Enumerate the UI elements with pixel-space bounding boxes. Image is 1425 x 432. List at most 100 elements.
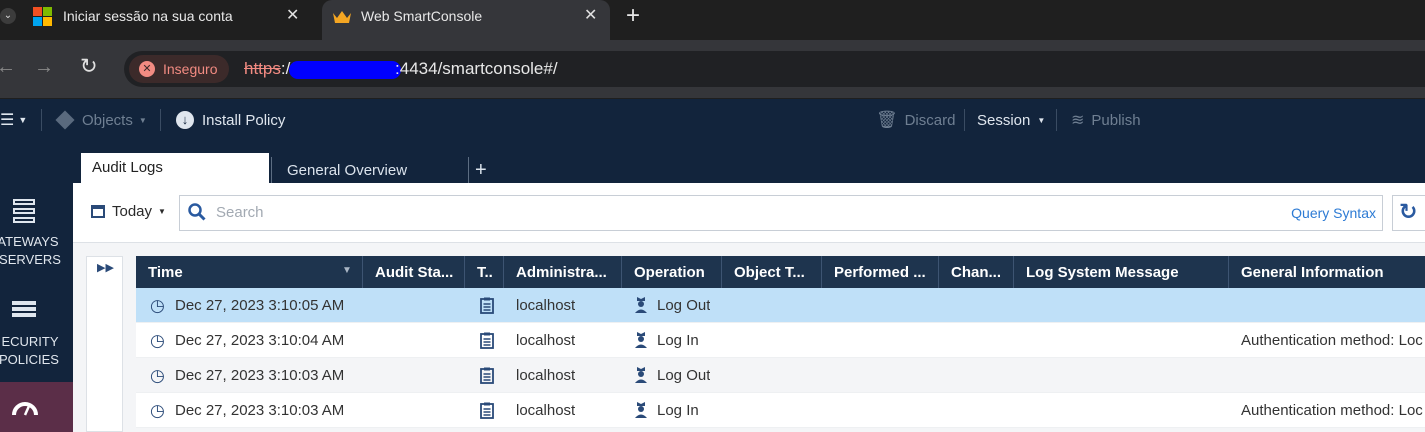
operation-cell: Log In: [657, 402, 699, 419]
browser-toolbar: ← → ↻ ✕ Inseguro https://:4434/smartcons…: [0, 40, 1425, 98]
clipboard-icon: [480, 358, 494, 393]
browser-tab-smartconsole[interactable]: Web SmartConsole ✕: [322, 0, 610, 40]
column-header-general-information[interactable]: General Information: [1229, 256, 1425, 288]
time-cell: Dec 27, 2023 3:10:04 AM: [175, 332, 345, 349]
time-cell: Dec 27, 2023 3:10:03 AM: [175, 402, 345, 419]
browser-tab-strip: ⌄ Iniciar sessão na sua conta ✕ Web Smar…: [0, 0, 1425, 40]
admin-cell: localhost: [516, 367, 576, 384]
tab-general-overview[interactable]: General Overview: [271, 157, 469, 183]
address-bar[interactable]: ✕ Inseguro https://:4434/smartconsole#/: [124, 51, 1425, 87]
general-info-cell: Authentication method: Loc: [1241, 402, 1423, 419]
discard-button[interactable]: 🗑 Discard: [876, 99, 955, 141]
operation-cell: Log Out: [657, 297, 711, 314]
gauge-icon: [12, 400, 38, 421]
calendar-icon: [91, 205, 105, 218]
browser-tab-microsoft[interactable]: Iniciar sessão na sua conta ✕: [20, 0, 310, 34]
search-input[interactable]: [216, 204, 1116, 221]
audit-log-table: Time ▼ Audit Sta... T.. Administra... Ope…: [136, 256, 1425, 428]
sidebar-item-security-policies[interactable]: ECURITY POLICIES: [0, 291, 73, 381]
session-menu[interactable]: Session ▼: [977, 99, 1045, 141]
add-tab-button[interactable]: +: [475, 159, 487, 182]
crown-icon: [332, 10, 352, 27]
publish-button[interactable]: ≋ Publish: [1071, 99, 1141, 141]
general-info-cell: [1241, 358, 1425, 393]
cube-icon: [55, 110, 75, 130]
publish-label: Publish: [1091, 111, 1141, 129]
table-row[interactable]: ◷ Dec 27, 2023 3:10:03 AM localhost Log …: [136, 358, 1425, 393]
admin-cell: localhost: [516, 332, 576, 349]
column-header-operation[interactable]: Operation: [622, 256, 722, 288]
install-download-icon: ↓: [176, 111, 194, 129]
install-policy-label: Install Policy: [202, 111, 286, 129]
session-label: Session: [977, 111, 1031, 129]
time-cell: Dec 27, 2023 3:10:03 AM: [175, 367, 345, 384]
user-icon: [634, 393, 648, 428]
url-scheme: https: [244, 59, 281, 78]
objects-label: Objects: [82, 111, 133, 129]
time-cell: Dec 27, 2023 3:10:05 AM: [175, 297, 345, 314]
chevron-down-icon: ▼: [1037, 115, 1046, 125]
search-box[interactable]: Query Syntax: [179, 195, 1383, 231]
double-chevron-right-icon: ▶▶: [97, 262, 114, 274]
column-header-time[interactable]: Time ▼: [136, 256, 363, 288]
chevron-down-icon: ▼: [138, 115, 147, 125]
query-syntax-link[interactable]: Query Syntax: [1291, 205, 1376, 221]
timeframe-label: Today: [112, 203, 153, 220]
publish-signal-icon: ≋: [1071, 112, 1085, 129]
install-policy-button[interactable]: ↓ Install Policy: [176, 99, 285, 141]
column-header-audit-status[interactable]: Audit Sta...: [363, 256, 465, 288]
clock-icon: ◷: [150, 366, 165, 385]
warning-x-icon: ✕: [139, 61, 155, 77]
table-row[interactable]: ◷ Dec 27, 2023 3:10:03 AM localhost Log …: [136, 393, 1425, 428]
browser-tab-title: Iniciar sessão na sua conta: [63, 8, 233, 24]
trash-icon: 🗑: [876, 110, 898, 129]
user-icon: [634, 323, 648, 358]
general-info-cell: Authentication method: Loc: [1241, 332, 1423, 349]
security-label: Inseguro: [163, 61, 218, 77]
column-header-administrator[interactable]: Administra...: [504, 256, 622, 288]
clock-icon: ◷: [150, 296, 165, 315]
close-tab-icon[interactable]: ✕: [286, 5, 299, 25]
sort-down-icon[interactable]: ▼: [342, 265, 352, 276]
clipboard-icon: [480, 393, 494, 428]
reload-icon[interactable]: ↻: [80, 54, 98, 79]
general-info-cell: [1241, 288, 1425, 323]
app-menu-icon: ☰: [0, 112, 15, 129]
security-indicator[interactable]: ✕ Inseguro: [129, 55, 229, 83]
refresh-icon: ↻: [1399, 199, 1418, 224]
sidebar-item-gateways[interactable]: ATEWAYS SERVERS: [0, 191, 73, 281]
tab-search-chevron-icon[interactable]: ⌄: [0, 8, 16, 24]
back-arrow-icon[interactable]: ←: [0, 56, 16, 79]
left-sidebar: ATEWAYS SERVERS ECURITY POLICIES: [0, 141, 73, 432]
expand-panel-toggle[interactable]: ▶▶: [86, 256, 123, 432]
column-header-object-type[interactable]: Object T...: [722, 256, 822, 288]
clock-icon: ◷: [150, 401, 165, 420]
refresh-button[interactable]: ↻: [1392, 195, 1425, 231]
user-icon: [634, 288, 648, 323]
clipboard-icon: [480, 288, 494, 323]
app-toolbar: ☰ ▼ Objects ▼ ↓ Install Policy 🗑 Discard…: [0, 99, 1425, 141]
table-row[interactable]: ◷ Dec 27, 2023 3:10:05 AM localhost Log …: [136, 288, 1425, 323]
close-tab-icon[interactable]: ✕: [584, 5, 597, 25]
timeframe-dropdown[interactable]: Today ▼: [91, 203, 166, 220]
column-header-changes[interactable]: Chan...: [939, 256, 1014, 288]
filter-bar: Today ▼ Query Syntax ↻: [73, 183, 1425, 243]
app-menu-button[interactable]: ☰ ▼: [0, 99, 27, 141]
discard-label: Discard: [904, 111, 956, 129]
logs-content: Today ▼ Query Syntax ↻ ▶▶ Time▼ Audit St…: [73, 183, 1425, 432]
operation-cell: Log Out: [657, 367, 711, 384]
gateways-label-line1: ATEWAYS: [0, 234, 59, 249]
operation-cell: Log In: [657, 332, 699, 349]
url-path: :4434/smartconsole#/: [395, 59, 558, 78]
forward-arrow-icon[interactable]: →: [34, 56, 54, 79]
table-row[interactable]: ◷ Dec 27, 2023 3:10:04 AM localhost Log …: [136, 323, 1425, 358]
new-tab-button[interactable]: +: [626, 2, 640, 30]
clipboard-icon: [480, 323, 494, 358]
column-header-performed-on[interactable]: Performed ...: [822, 256, 939, 288]
objects-menu[interactable]: Objects ▼: [55, 99, 147, 141]
column-header-type[interactable]: T..: [465, 256, 504, 288]
column-header-log-system-message[interactable]: Log System Message: [1014, 256, 1229, 288]
tab-audit-logs[interactable]: Audit Logs: [81, 153, 269, 183]
sidebar-item-logs-monitor[interactable]: [0, 382, 73, 432]
redacted-host: [289, 60, 402, 79]
